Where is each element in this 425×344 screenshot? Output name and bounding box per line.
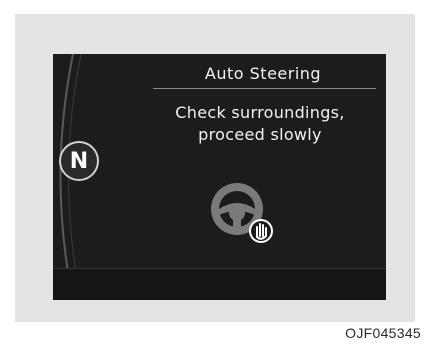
- title-divider: [153, 88, 376, 89]
- message-line-1: Check surroundings,: [175, 103, 345, 122]
- figure-code: OJF045345: [345, 325, 421, 341]
- warning-message: Check surroundings, proceed slowly: [135, 102, 385, 146]
- display-title: Auto Steering: [204, 64, 322, 83]
- steering-wheel-hands-off-icon: [211, 183, 273, 243]
- cluster-display: Auto Steering Check surroundings, procee…: [53, 54, 386, 300]
- message-line-2: proceed slowly: [198, 125, 322, 144]
- gear-indicator: N: [59, 141, 99, 181]
- gauge-arc: [59, 54, 82, 300]
- bottom-bar: [53, 268, 386, 300]
